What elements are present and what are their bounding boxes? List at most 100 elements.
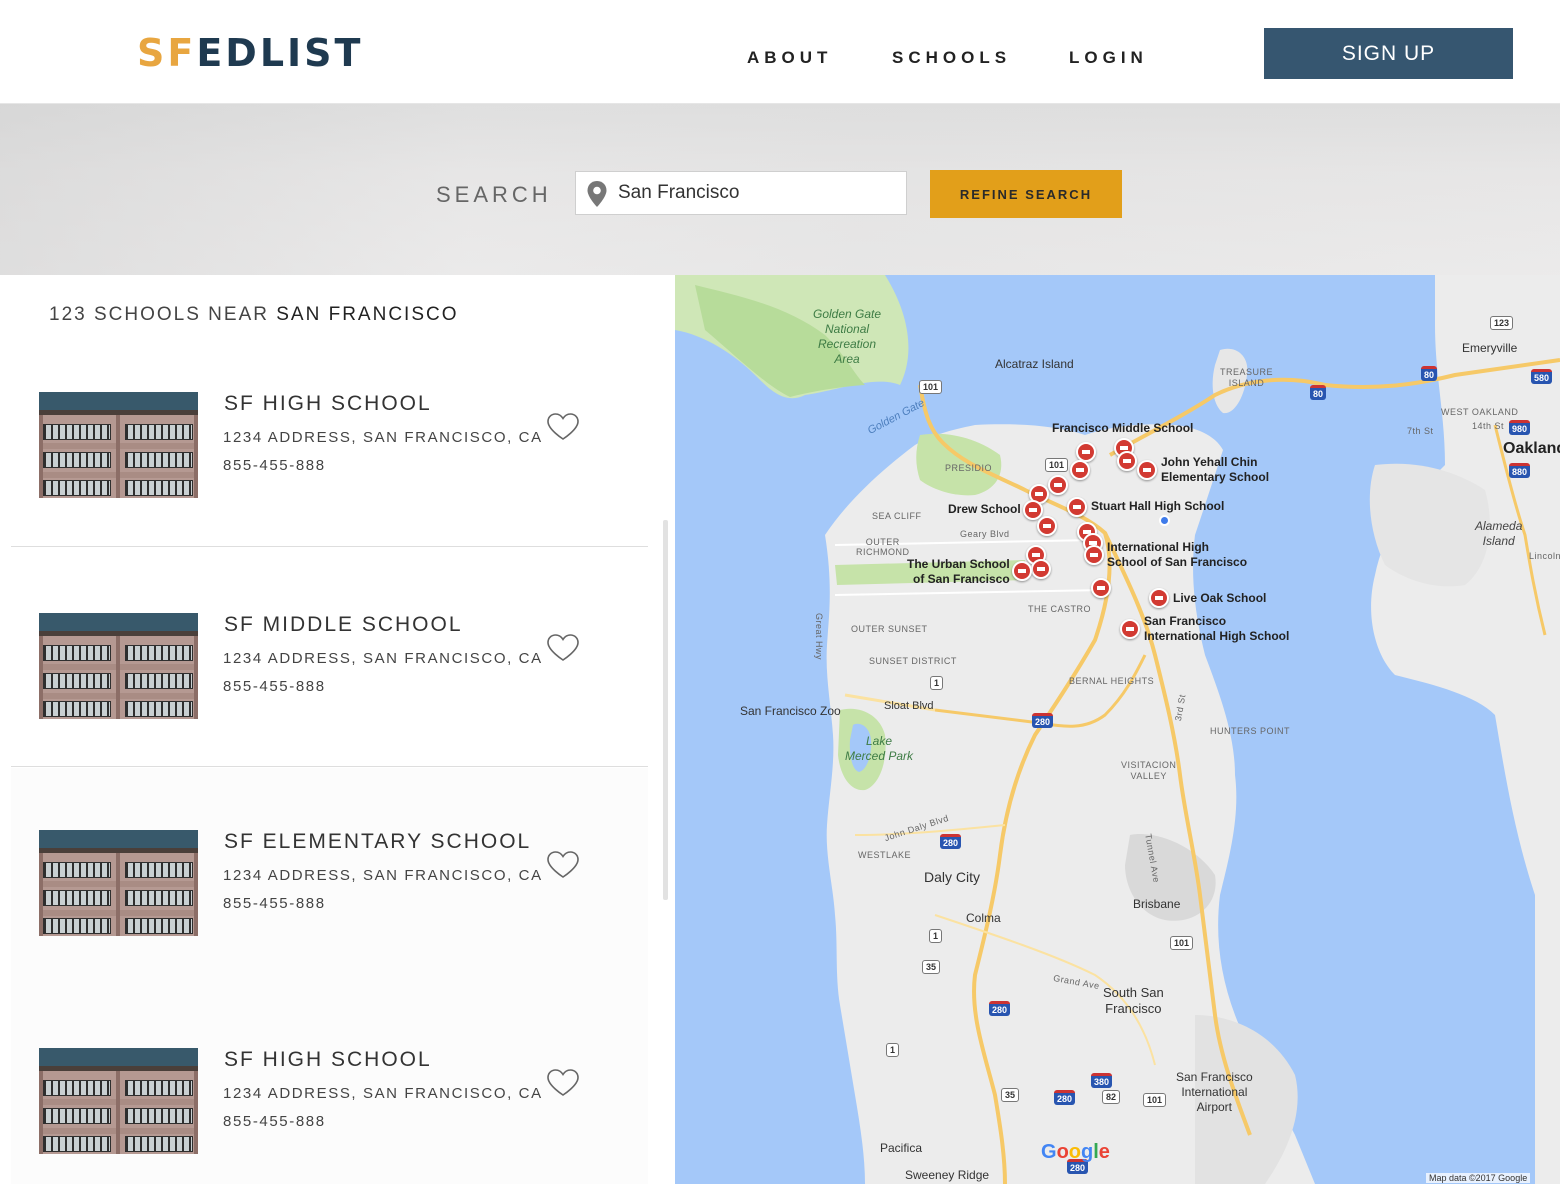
map-label-sunset-district: SUNSET DISTRICT xyxy=(869,656,957,666)
highway-shield: 80 xyxy=(1421,366,1438,381)
search-band: SEARCH REFINE SEARCH xyxy=(0,104,1560,275)
school-marker[interactable] xyxy=(1031,559,1051,579)
map-label-treasure-island: TREASURE ISLAND xyxy=(1220,367,1274,388)
map-label-westlake: WESTLAKE xyxy=(858,850,912,860)
nav-about[interactable]: ABOUT xyxy=(747,48,832,68)
map-label-hunters-point: HUNTERS POINT xyxy=(1210,726,1291,736)
map-label-great-hwy: Great Hwy xyxy=(814,613,824,661)
school-address: 1234 ADDRESS, SAN FRANCISCO, CA xyxy=(223,1085,543,1102)
map-school-label[interactable]: Live Oak School xyxy=(1173,591,1266,605)
map-school-label[interactable]: The Urban School of San Francisco xyxy=(907,557,1010,587)
school-address: 1234 ADDRESS, SAN FRANCISCO, CA xyxy=(223,867,543,884)
sign-up-button[interactable]: SIGN UP xyxy=(1264,28,1513,79)
school-marker[interactable] xyxy=(1084,545,1104,565)
map-label-geary: Geary Blvd xyxy=(960,529,1010,539)
results-map[interactable]: Golden Gate National Recreation Area Alcatr… xyxy=(675,275,1560,1184)
favorite-heart-icon[interactable] xyxy=(546,850,580,880)
school-phone: 855-455-888 xyxy=(223,895,326,912)
highway-shield: 101 xyxy=(1045,458,1069,472)
map-label-outer-richmond: OUTER RICHMOND xyxy=(856,537,910,557)
school-thumbnail xyxy=(39,392,198,498)
highway-shield: 1 xyxy=(930,676,944,690)
map-label-sfo: San Francisco International Airport xyxy=(1176,1070,1253,1114)
results-place: SAN FRANCISCO xyxy=(276,304,459,325)
map-school-label[interactable]: International High School of San Francisc… xyxy=(1107,540,1247,570)
item-divider xyxy=(11,766,648,767)
map-label-sweeney-ridge: Sweeney Ridge xyxy=(905,1168,990,1182)
map-label-pacifica: Pacifica xyxy=(880,1141,923,1155)
school-marker[interactable] xyxy=(1149,588,1169,608)
school-address: 1234 ADDRESS, SAN FRANCISCO, CA xyxy=(223,429,543,446)
school-list-item[interactable]: SF ELEMENTARY SCHOOL 1234 ADDRESS, SAN F… xyxy=(11,768,648,988)
map-label-colma: Colma xyxy=(966,911,1001,925)
map-label-outer-sunset: OUTER SUNSET xyxy=(851,624,928,634)
nav-schools[interactable]: SCHOOLS xyxy=(892,48,1011,68)
school-marker[interactable] xyxy=(1137,460,1157,480)
school-marker[interactable] xyxy=(1091,578,1111,598)
results-count: 123 SCHOOLS NEAR SAN FRANCISCO xyxy=(49,304,459,326)
map-label-oakland: Oakland xyxy=(1503,440,1560,457)
highway-shield: 1 xyxy=(929,929,943,943)
highway-shield: 280 xyxy=(940,834,962,849)
school-phone: 855-455-888 xyxy=(223,1113,326,1130)
logo-sf: SF xyxy=(137,31,197,75)
search-box[interactable] xyxy=(575,171,907,215)
map-label-lincoln: Lincoln xyxy=(1529,551,1560,561)
school-marker[interactable] xyxy=(1012,561,1032,581)
location-pin-icon xyxy=(587,181,607,207)
highway-shield: 1 xyxy=(886,1043,900,1057)
school-marker[interactable] xyxy=(1076,442,1096,462)
highway-shield: 280 xyxy=(1054,1090,1076,1105)
map-label-daly-city: Daly City xyxy=(924,869,981,885)
highway-shield: 80 xyxy=(1310,385,1327,400)
location-search-input[interactable] xyxy=(618,172,898,214)
school-thumbnail xyxy=(39,830,198,936)
school-marker[interactable] xyxy=(1048,475,1068,495)
map-school-label[interactable]: Francisco Middle School xyxy=(1052,421,1193,435)
map-school-label[interactable]: John Yehall Chin Elementary School xyxy=(1161,455,1269,485)
school-name[interactable]: SF HIGH SCHOOL xyxy=(224,392,432,416)
school-marker[interactable] xyxy=(1037,516,1057,536)
map-label-alameda: Alameda Island xyxy=(1475,519,1523,548)
map-label-ggnra: Golden Gate National Recreation Area xyxy=(813,307,882,366)
school-phone: 855-455-888 xyxy=(223,678,326,695)
school-marker[interactable] xyxy=(1117,451,1137,471)
school-address: 1234 ADDRESS, SAN FRANCISCO, CA xyxy=(223,650,543,667)
map-label-zoo: San Francisco Zoo xyxy=(740,704,841,718)
highway-shield: 880 xyxy=(1509,463,1531,478)
school-marker[interactable] xyxy=(1067,497,1087,517)
nav-login[interactable]: LOGIN xyxy=(1069,48,1148,68)
highway-shield: 280 xyxy=(989,1001,1011,1016)
school-name[interactable]: SF MIDDLE SCHOOL xyxy=(224,613,463,637)
school-list-item[interactable]: SF HIGH SCHOOL 1234 ADDRESS, SAN FRANCIS… xyxy=(11,985,648,1184)
highway-shield: 280 xyxy=(1032,713,1054,728)
school-list-item[interactable]: SF HIGH SCHOOL 1234 ADDRESS, SAN FRANCIS… xyxy=(11,327,648,547)
logo-edlist: EDLIST xyxy=(196,31,364,75)
results-count-prefix: 123 SCHOOLS NEAR xyxy=(49,304,269,325)
map-school-label[interactable]: Drew School xyxy=(948,502,1021,516)
school-thumbnail xyxy=(39,1048,198,1154)
map-label-presidio: PRESIDIO xyxy=(945,463,993,473)
map-label-sea-cliff: SEA CLIFF xyxy=(872,511,922,521)
highway-shield: 82 xyxy=(1102,1090,1121,1104)
favorite-heart-icon[interactable] xyxy=(546,1068,580,1098)
school-list-item[interactable]: SF MIDDLE SCHOOL 1234 ADDRESS, SAN FRANC… xyxy=(11,547,648,767)
results-scrollbar[interactable] xyxy=(663,520,668,900)
school-name[interactable]: SF HIGH SCHOOL xyxy=(224,1048,432,1072)
map-label-visitacion: VISITACION VALLEY xyxy=(1121,760,1177,781)
favorite-heart-icon[interactable] xyxy=(546,633,580,663)
map-label-south-sf: South San Francisco xyxy=(1103,985,1164,1016)
school-name[interactable]: SF ELEMENTARY SCHOOL xyxy=(224,830,531,854)
map-label-brisbane: Brisbane xyxy=(1133,897,1181,911)
favorite-heart-icon[interactable] xyxy=(546,412,580,442)
school-marker[interactable] xyxy=(1070,460,1090,480)
map-school-label[interactable]: San Francisco International High School xyxy=(1144,614,1289,644)
site-logo[interactable]: SFEDLIST xyxy=(137,30,363,76)
map-attribution[interactable]: Map data ©2017 Google xyxy=(1426,1173,1531,1183)
refine-search-button[interactable]: REFINE SEARCH xyxy=(930,170,1122,218)
map-base xyxy=(675,275,1560,1184)
school-marker[interactable] xyxy=(1120,619,1140,639)
map-label-alcatraz: Alcatraz Island xyxy=(995,357,1074,371)
map-school-label[interactable]: Stuart Hall High School xyxy=(1091,499,1224,513)
map-label-7th-st: 7th St xyxy=(1407,426,1434,436)
